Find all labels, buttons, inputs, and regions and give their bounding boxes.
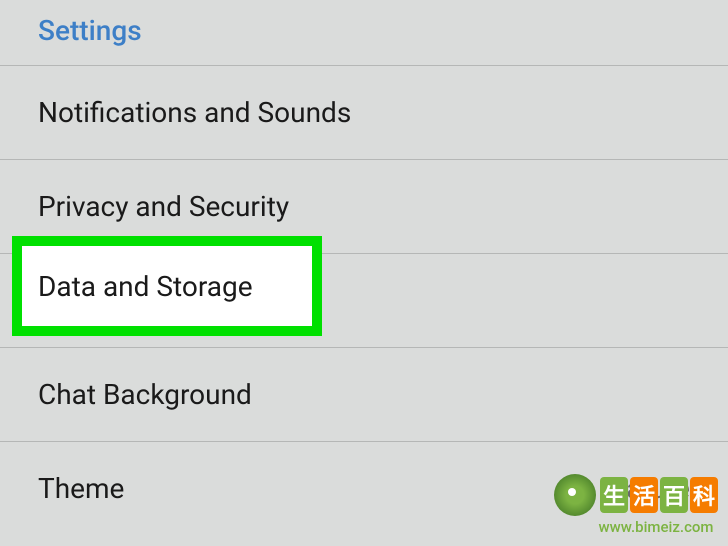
watermark-chars: 生 活 百 科 — [600, 477, 718, 513]
watermark-logo-icon — [554, 474, 596, 516]
watermark-char: 百 — [660, 477, 688, 513]
watermark-main: 生 活 百 科 — [554, 474, 718, 516]
item-label: Theme — [38, 472, 124, 505]
item-notifications-sounds[interactable]: Notifications and Sounds — [0, 65, 728, 159]
watermark: 生 活 百 科 www.bimeiz.com — [554, 474, 718, 536]
item-label: Notifications and Sounds — [38, 96, 351, 129]
watermark-char: 科 — [690, 477, 718, 513]
item-label: Chat Background — [38, 378, 252, 411]
item-chat-background[interactable]: Chat Background — [0, 347, 728, 441]
highlight-data-storage: Data and Storage — [12, 236, 322, 336]
section-header-settings: Settings — [0, 0, 728, 65]
item-label: Privacy and Security — [38, 190, 289, 223]
watermark-url-text: www.bimeiz.com — [599, 518, 714, 536]
watermark-char: 活 — [630, 477, 658, 513]
watermark-char: 生 — [600, 477, 628, 513]
highlight-label: Data and Storage — [38, 270, 253, 303]
